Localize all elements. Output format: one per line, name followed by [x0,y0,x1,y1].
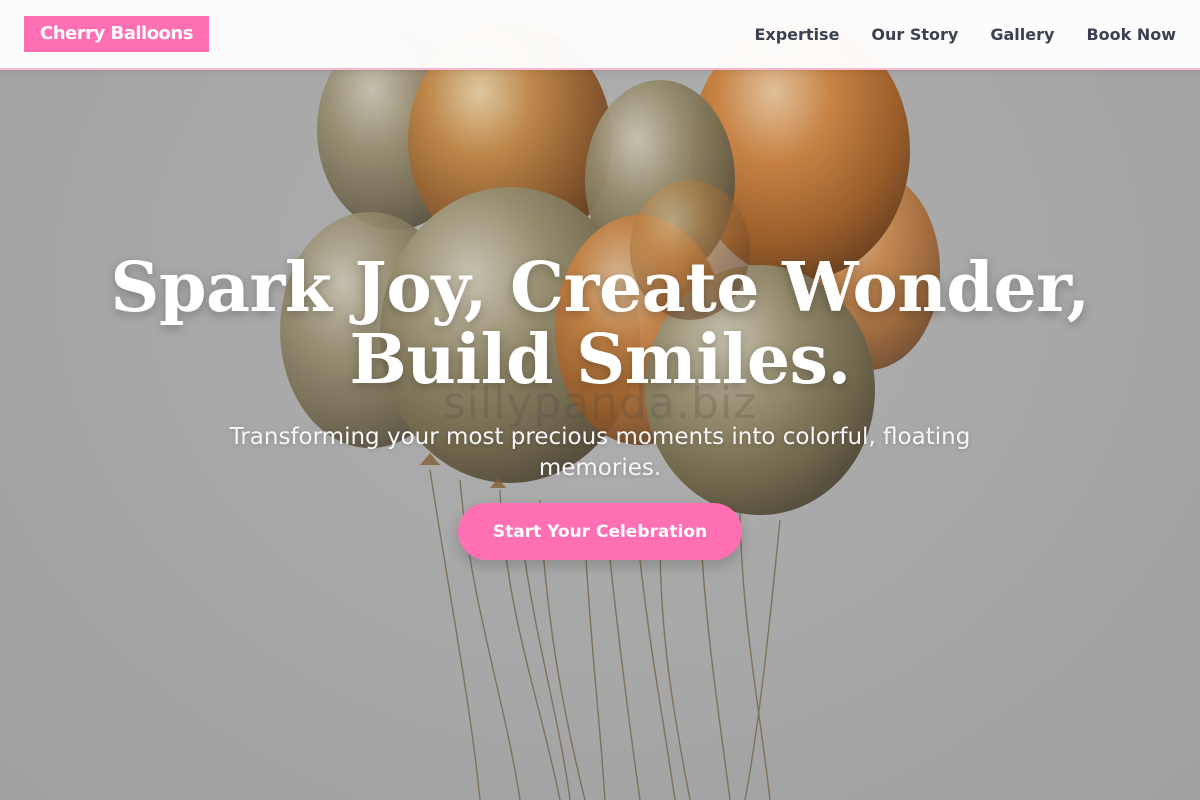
hero-headline-line1: Spark Joy, Create Wonder, [110,248,1090,328]
hero-section: sillypanda.biz [0,0,1200,800]
nav-item-gallery[interactable]: Gallery [990,25,1054,44]
hero-subtitle: Transforming your most precious moments … [229,424,971,481]
hero-headline: Spark Joy, Create Wonder, Build Smiles. [0,252,1200,396]
nav-item-expertise[interactable]: Expertise [754,25,839,44]
hero-headline-line2: Build Smiles. [349,320,851,400]
top-navbar: Cherry Balloons Expertise Our Story Gall… [0,0,1200,70]
brand-logo[interactable]: Cherry Balloons [24,16,209,52]
nav-item-our-story[interactable]: Our Story [871,25,958,44]
nav-item-book-now[interactable]: Book Now [1086,25,1176,44]
nav-links: Expertise Our Story Gallery Book Now [754,0,1176,68]
start-celebration-button[interactable]: Start Your Celebration [458,503,742,560]
